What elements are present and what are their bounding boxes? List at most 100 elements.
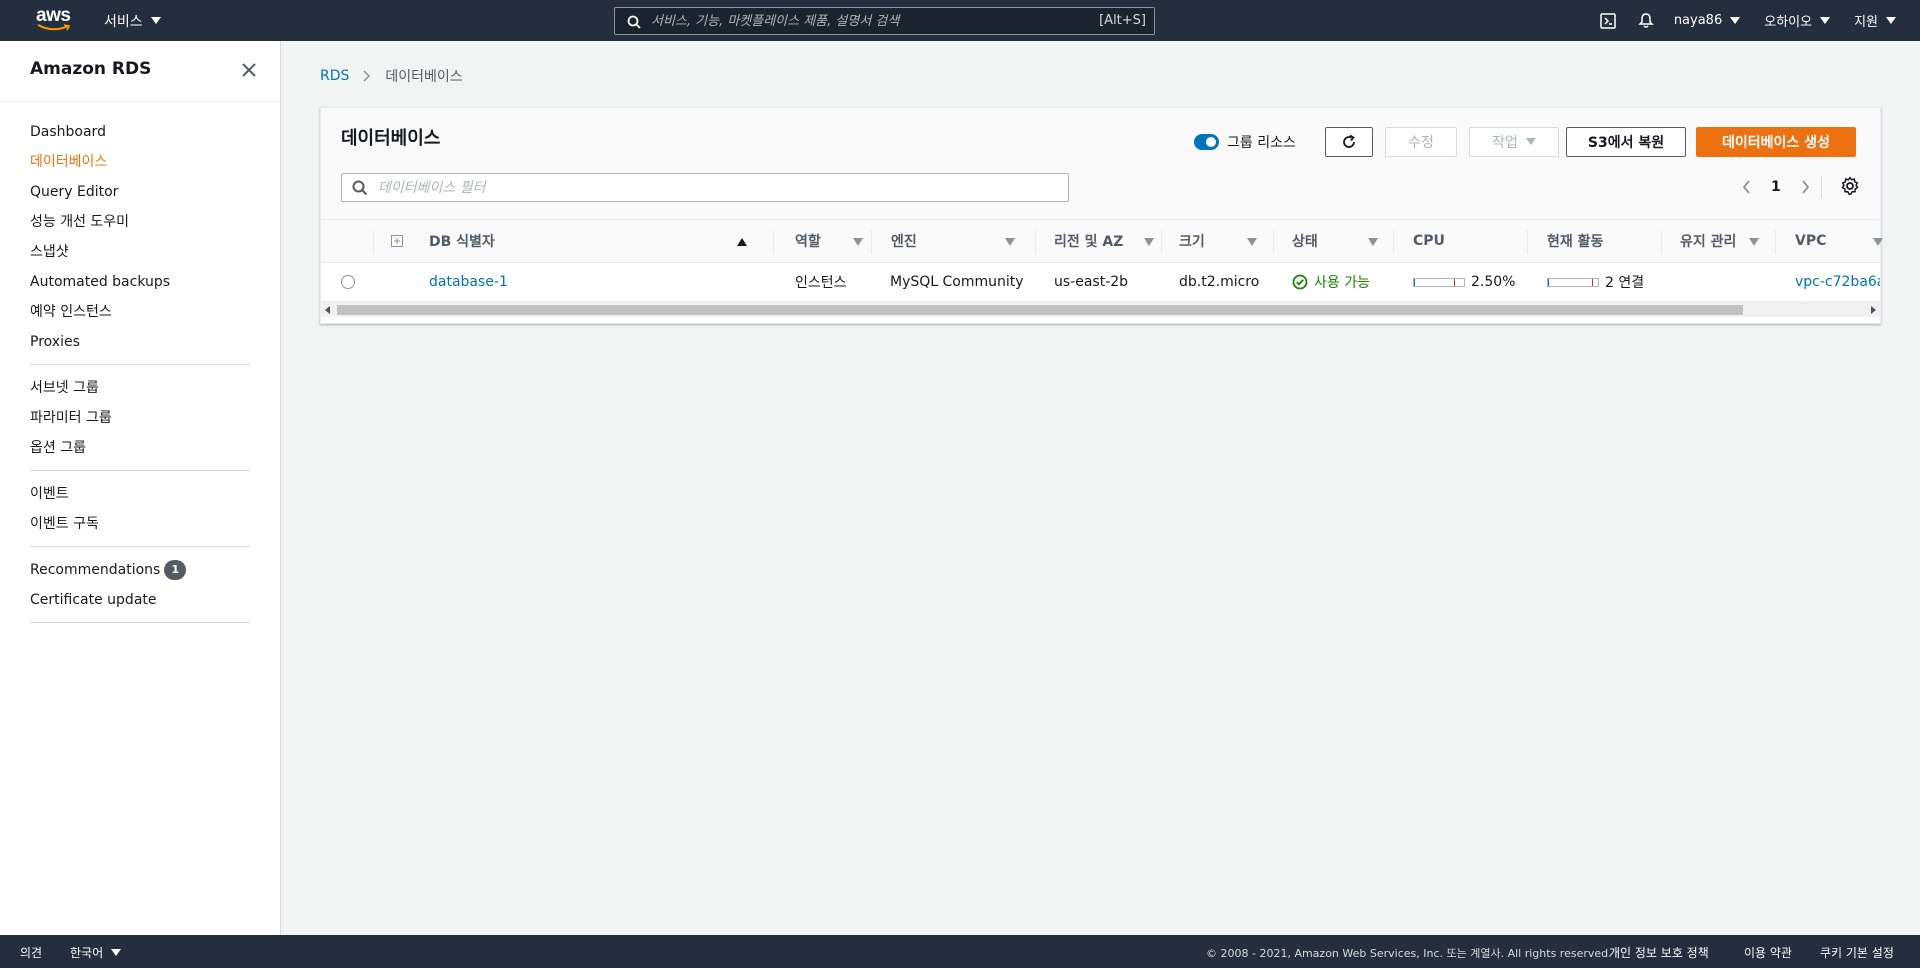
sidebar-divider: [30, 546, 250, 547]
create-database-button[interactable]: 데이터베이스 생성: [1696, 127, 1856, 157]
scroll-right-arrow-icon[interactable]: [1871, 306, 1876, 314]
vpc-link[interactable]: vpc-c72ba6ac: [1795, 274, 1880, 290]
database-filter[interactable]: [341, 173, 1069, 202]
sidebar-item-databases[interactable]: 데이터베이스: [30, 147, 250, 177]
modify-button[interactable]: 수정: [1385, 127, 1457, 157]
sidebar-divider: [30, 622, 250, 623]
cell-engine: MySQL Community: [890, 274, 1024, 290]
sidebar-item-parameter-groups[interactable]: 파라미터 그룹: [30, 403, 250, 433]
column-divider: [871, 230, 872, 254]
status-indicator: 사용 가능: [1292, 272, 1370, 292]
sidebar-item-certificate-update[interactable]: Certificate update: [30, 585, 250, 615]
scrollbar-thumb[interactable]: [337, 305, 1743, 315]
column-header-status[interactable]: 상태: [1292, 220, 1396, 262]
global-search-input[interactable]: [651, 11, 1071, 31]
horizontal-scrollbar[interactable]: [321, 301, 1880, 317]
region-menu[interactable]: 오하이오: [1764, 11, 1831, 30]
chevron-left-icon: [1742, 180, 1750, 194]
table-row[interactable]: database-1 인스턴스 MySQL Community us-east-…: [321, 263, 1880, 301]
column-header-db-identifier[interactable]: DB 식별자: [429, 220, 755, 262]
caret-down-icon: [1525, 138, 1536, 145]
cookie-preferences-link[interactable]: 쿠키 기본 설정: [1820, 944, 1894, 961]
column-header-maintenance[interactable]: 유지 관리: [1680, 220, 1766, 262]
gear-icon[interactable]: [1840, 176, 1860, 196]
column-label: 엔진: [891, 234, 917, 250]
database-filter-input[interactable]: [378, 178, 1058, 197]
column-header-current-activity[interactable]: 현재 활동: [1547, 220, 1657, 262]
column-divider: [1161, 230, 1162, 254]
next-page-button[interactable]: [1799, 172, 1813, 202]
sidebar-item-dashboard[interactable]: Dashboard: [30, 117, 250, 147]
column-divider: [373, 230, 374, 254]
sidebar-item-reserved-instances[interactable]: 예약 인스턴스: [30, 297, 250, 327]
column-header-cpu[interactable]: CPU: [1413, 220, 1513, 262]
column-header-role[interactable]: 역할: [795, 220, 865, 262]
column-divider: [1393, 230, 1394, 254]
sidebar-item-snapshots[interactable]: 스냅샷: [30, 237, 250, 267]
previous-page-button[interactable]: [1739, 172, 1753, 202]
sidebar-item-subnet-groups[interactable]: 서브넷 그룹: [30, 373, 250, 403]
sidebar-item-events[interactable]: 이벤트: [30, 479, 250, 509]
feedback-link[interactable]: 의견: [20, 944, 42, 961]
refresh-icon: [1343, 134, 1355, 148]
pagination: 1: [1739, 172, 1813, 202]
sidebar-item-recommendations[interactable]: Recommendations 1: [30, 555, 250, 585]
cpu-value: 2.50%: [1471, 274, 1516, 290]
column-header-region-az[interactable]: 리전 및 AZ: [1054, 220, 1154, 262]
bell-icon[interactable]: [1636, 11, 1656, 31]
aws-logo[interactable]: aws: [36, 6, 72, 36]
close-icon[interactable]: [240, 61, 258, 79]
aws-logo-text: aws: [36, 5, 71, 26]
sort-icon: [1873, 238, 1883, 246]
column-divider: [1527, 230, 1528, 254]
cell-status: 사용 가능: [1292, 263, 1370, 301]
cell-region-az: us-east-2b: [1054, 274, 1129, 290]
activity-threshold-marker: [1592, 278, 1593, 286]
column-label: 크기: [1179, 234, 1205, 250]
sidebar-item-option-groups[interactable]: 옵션 그룹: [30, 433, 250, 463]
sidebar-item-event-subscriptions[interactable]: 이벤트 구독: [30, 509, 250, 539]
row-select-radio[interactable]: [341, 275, 355, 289]
sidebar-item-proxies[interactable]: Proxies: [30, 327, 250, 357]
sidebar-item-query-editor[interactable]: Query Editor: [30, 177, 250, 207]
database-link[interactable]: database-1: [429, 274, 508, 290]
column-label: 상태: [1292, 234, 1318, 250]
breadcrumb-current: 데이터베이스: [385, 69, 463, 85]
toggle-switch[interactable]: [1194, 134, 1219, 150]
scroll-left-arrow-icon[interactable]: [325, 306, 330, 314]
restore-from-s3-button[interactable]: S3에서 복원: [1566, 127, 1686, 157]
actions-dropdown[interactable]: 작업: [1469, 127, 1559, 157]
column-label: 리전 및 AZ: [1054, 234, 1124, 250]
terms-link[interactable]: 이용 약관: [1744, 944, 1792, 961]
copyright-text: © 2008 - 2021, Amazon Web Services, Inc.…: [1206, 947, 1612, 960]
sidebar-item-automated-backups[interactable]: Automated backups: [30, 267, 250, 297]
panel-header: 데이터베이스 그룹 리소스 수정 작업 S3에서 복원 데이터베이스 생성 데이…: [321, 108, 1880, 219]
sidebar: Amazon RDS Dashboard 데이터베이스 Query Editor…: [0, 41, 281, 935]
current-page[interactable]: 1: [1771, 179, 1781, 195]
cell-cpu: 2.50%: [1413, 263, 1515, 301]
services-menu[interactable]: 서비스: [104, 0, 161, 41]
cloudshell-icon[interactable]: [1598, 11, 1618, 31]
chevron-down-icon: [1730, 17, 1741, 24]
expand-all-button[interactable]: [391, 220, 403, 262]
sidebar-header-divider: [0, 101, 281, 102]
chevron-down-icon: [111, 949, 122, 956]
column-header-vpc[interactable]: VPC: [1795, 220, 1883, 262]
language-selector[interactable]: 한국어: [70, 944, 122, 961]
sidebar-divider: [30, 470, 250, 471]
cpu-usage-bar: [1413, 277, 1465, 287]
global-search[interactable]: [Alt+S]: [614, 7, 1155, 35]
breadcrumb: RDS 데이터베이스: [320, 66, 463, 86]
column-header-engine[interactable]: 엔진: [891, 220, 1019, 262]
breadcrumb-rds-link[interactable]: RDS: [320, 68, 349, 84]
refresh-button[interactable]: [1325, 127, 1373, 157]
support-menu[interactable]: 지원: [1854, 11, 1896, 30]
group-resources-toggle[interactable]: 그룹 리소스: [1194, 132, 1296, 152]
expand-icon: [391, 235, 403, 247]
cpu-threshold-marker: [1454, 278, 1455, 286]
column-divider: [1273, 230, 1274, 254]
sidebar-item-performance-insights[interactable]: 성능 개선 도우미: [30, 207, 250, 237]
user-menu[interactable]: naya86: [1674, 13, 1741, 28]
privacy-policy-link[interactable]: 개인 정보 보호 정책: [1609, 944, 1709, 961]
sort-ascending-icon: [737, 238, 747, 246]
